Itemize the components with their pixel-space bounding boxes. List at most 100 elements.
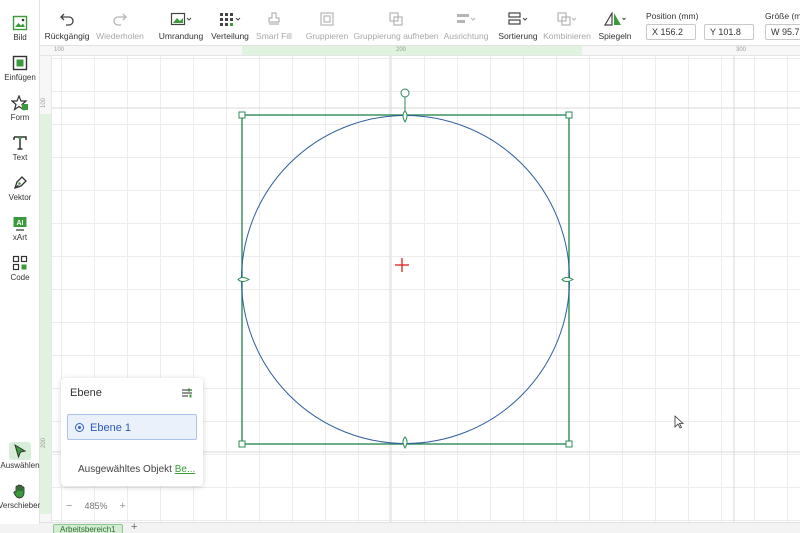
size-label: Größe (mm) xyxy=(765,11,800,21)
sidebar-item-xart[interactable]: AI xArt xyxy=(0,212,40,248)
ruler-selection-highlight xyxy=(40,114,51,514)
sidebar-item-image[interactable]: Bild xyxy=(0,12,40,48)
distribute-label: Verteilung xyxy=(211,31,249,41)
undo-button[interactable]: Rückgängig xyxy=(44,0,90,46)
horizontal-ruler: 100 200 300 xyxy=(40,46,800,56)
artboard-tab-bar xyxy=(40,522,800,533)
ungroup-label: Gruppierung aufheben xyxy=(353,31,439,41)
resize-handle-bottom-right[interactable] xyxy=(565,440,573,448)
redo-icon xyxy=(112,10,128,28)
ai-art-icon: AI xyxy=(12,214,28,232)
hand-icon xyxy=(12,482,28,500)
mirror-label: Spiegeln xyxy=(598,31,632,41)
arrange-label: Sortierung xyxy=(498,31,538,41)
group-icon xyxy=(320,10,334,28)
align-icon xyxy=(456,10,476,28)
zoom-in-button[interactable]: + xyxy=(115,500,129,512)
smart-fill-button[interactable]: Smart Fill xyxy=(256,0,292,46)
size-w-input[interactable]: W 95.7 xyxy=(765,24,800,40)
sidebar-item-label: Form xyxy=(10,113,30,122)
align-label: Ausrichtung xyxy=(443,31,489,41)
combine-label: Kombinieren xyxy=(543,31,591,41)
zoom-out-button[interactable]: − xyxy=(62,500,76,512)
resize-handle-top-left[interactable] xyxy=(238,111,246,119)
ruler-tick: 200 xyxy=(396,47,407,53)
resize-handle-top[interactable] xyxy=(402,110,408,124)
mirror-icon xyxy=(604,10,626,28)
layer-footer: Ausgewähltes Objekt Be... xyxy=(78,464,195,475)
left-sidebar: Bild Einfügen Form Text Vektor AI xArt C… xyxy=(0,0,43,533)
sidebar-item-label: Text xyxy=(12,153,28,162)
qr-code-icon xyxy=(12,254,28,272)
vertical-ruler: 100 200 xyxy=(40,56,52,533)
resize-handle-right[interactable] xyxy=(561,277,575,282)
ungroup-icon xyxy=(389,10,403,28)
ruler-tick: 200 xyxy=(41,437,47,448)
resize-handle-bottom-left[interactable] xyxy=(238,440,246,448)
layer-footer-link[interactable]: Be... xyxy=(175,464,196,475)
sidebar-item-shape[interactable]: Form xyxy=(0,92,40,128)
sidebar-item-insert[interactable]: Einfügen xyxy=(0,52,40,88)
sidebar-item-text[interactable]: Text xyxy=(0,132,40,168)
arrange-layers-icon xyxy=(508,10,528,28)
circle-shape[interactable] xyxy=(241,115,570,444)
top-toolbar: Rückgängig Wiederholen Umrandung Verteil… xyxy=(40,0,800,46)
sidebar-item-label: Vektor xyxy=(8,193,32,202)
resize-handle-top-right[interactable] xyxy=(565,111,573,119)
group-button[interactable]: Gruppieren xyxy=(306,0,348,46)
sidebar-item-label: Einfügen xyxy=(4,73,36,82)
rotate-handle[interactable] xyxy=(400,88,410,98)
layer-settings-icon[interactable] xyxy=(181,387,193,401)
position-x-input[interactable]: X 156.2 xyxy=(646,24,696,40)
outline-icon xyxy=(170,10,192,28)
zoom-level: 485% xyxy=(84,501,108,511)
move-tool-button[interactable]: Verschieben xyxy=(0,480,43,516)
smart-fill-label: Smart Fill xyxy=(256,31,292,41)
sidebar-item-label: xArt xyxy=(12,233,28,242)
align-button[interactable]: Ausrichtung xyxy=(444,0,488,46)
layer-panel: Ebene Ebene 1 Ausgewähltes Objekt Be... xyxy=(61,378,203,486)
zoom-control: − 485% + xyxy=(62,499,130,513)
select-tool-label: Auswählen xyxy=(0,461,40,470)
sidebar-item-vector[interactable]: Vektor xyxy=(0,172,40,208)
sidebar-item-code[interactable]: Code xyxy=(0,252,40,288)
undo-label: Rückgängig xyxy=(44,31,90,41)
tab-artboard-1[interactable]: Arbeitsbereich1 xyxy=(53,524,123,533)
layer-name: Ebene 1 xyxy=(90,422,131,434)
redo-button[interactable]: Wiederholen xyxy=(96,0,144,46)
position-y-input[interactable]: Y 101.8 xyxy=(704,24,754,40)
pen-icon xyxy=(12,174,28,192)
arrange-button[interactable]: Sortierung xyxy=(498,0,538,46)
cursor-select-icon xyxy=(9,442,31,460)
shape-star-icon xyxy=(11,94,29,112)
image-icon xyxy=(12,14,28,32)
add-artboard-button[interactable]: + xyxy=(131,522,137,533)
combine-button[interactable]: Kombinieren xyxy=(543,0,591,46)
mouse-cursor-icon xyxy=(674,415,685,429)
layer-panel-title: Ebene xyxy=(70,387,102,399)
resize-handle-bottom[interactable] xyxy=(402,436,408,450)
select-tool-button[interactable]: Auswählen xyxy=(0,440,40,476)
ruler-tick: 100 xyxy=(54,47,65,53)
distribute-button[interactable]: Verteilung xyxy=(210,0,250,46)
redo-label: Wiederholen xyxy=(96,31,144,41)
undo-icon xyxy=(59,10,75,28)
selection-box[interactable] xyxy=(241,114,570,445)
layer-radio-icon[interactable] xyxy=(75,423,84,432)
ungroup-button[interactable]: Gruppierung aufheben xyxy=(353,0,439,46)
insert-icon xyxy=(12,54,28,72)
svg-text:AI: AI xyxy=(17,220,24,227)
group-label: Gruppieren xyxy=(305,31,349,41)
text-icon xyxy=(12,134,28,152)
ruler-tick: 100 xyxy=(41,97,47,108)
ruler-tick: 300 xyxy=(736,47,747,53)
move-tool-label: Verschieben xyxy=(0,501,43,510)
stamp-icon xyxy=(267,10,281,28)
center-crosshair-icon xyxy=(395,258,409,272)
layer-item-ebene-1[interactable]: Ebene 1 xyxy=(67,414,197,440)
position-label: Position (mm) xyxy=(646,11,699,21)
sidebar-bottom-strip xyxy=(0,524,40,533)
resize-handle-left[interactable] xyxy=(237,277,251,282)
outline-button[interactable]: Umrandung xyxy=(158,0,204,46)
mirror-button[interactable]: Spiegeln xyxy=(597,0,633,46)
